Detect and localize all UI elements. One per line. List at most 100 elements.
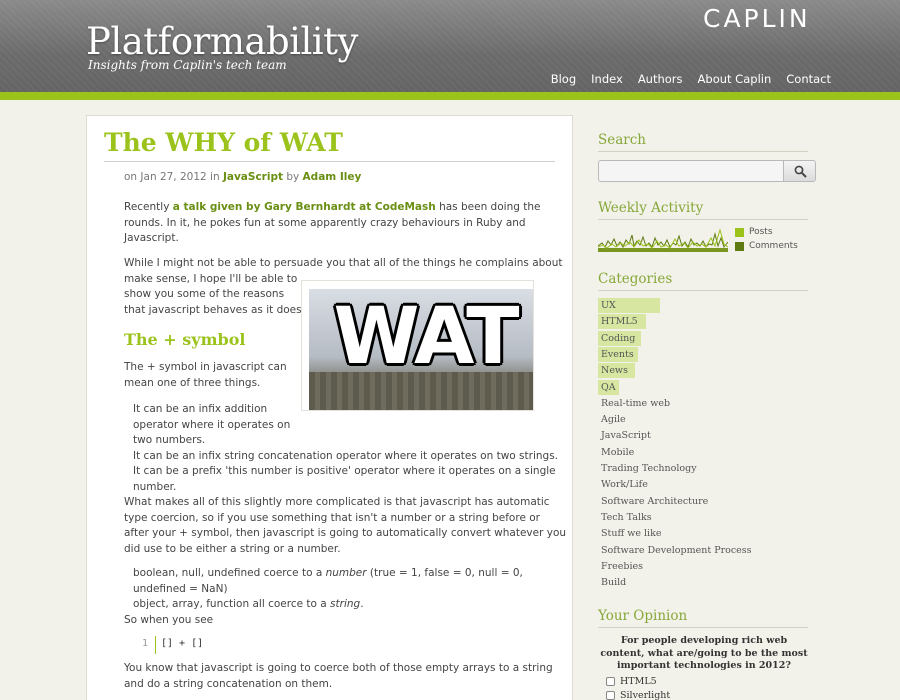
post-paragraph-line: Javascript.: [124, 232, 179, 244]
poll-option[interactable]: Silverlight: [606, 690, 670, 700]
nav-blog[interactable]: Blog: [551, 72, 576, 86]
post-paragraph-line: mean one of three things.: [124, 376, 261, 389]
talk-link[interactable]: a talk given by Gary Bernhardt at CodeMa…: [173, 201, 436, 213]
category-label: Build: [601, 577, 627, 589]
category-link[interactable]: HTML5: [598, 314, 646, 330]
post-paragraph-line: type coercion, so if you use something t…: [124, 511, 540, 524]
legend-posts: Posts: [735, 227, 773, 237]
post-date: on Jan 27, 2012 in: [124, 171, 223, 183]
legend-label: Posts: [749, 227, 773, 237]
category-link[interactable]: QA: [598, 379, 619, 395]
text: has been doing the: [435, 201, 541, 213]
nav-index[interactable]: Index: [591, 72, 623, 86]
category-link[interactable]: Software Architecture: [598, 494, 708, 509]
category-label: Trading Technology: [601, 463, 697, 474]
sparkline-comments: [598, 232, 728, 249]
list-item-line: It can be an infix addition: [133, 403, 268, 415]
weekly-activity-heading: Weekly Activity: [598, 200, 704, 216]
checkbox[interactable]: [606, 691, 615, 700]
search-icon: [794, 165, 807, 178]
category-label: JavaScript: [601, 430, 651, 442]
checkbox[interactable]: [606, 677, 615, 686]
category-label: Freebies: [601, 560, 643, 572]
category-link[interactable]: JavaScript: [598, 428, 651, 443]
search-heading-divider: [598, 151, 808, 152]
category-label: Mobile: [601, 446, 635, 458]
category-link[interactable]: Trading Technology: [598, 461, 697, 476]
category-link[interactable]: Stuff we like: [598, 526, 661, 541]
category-link[interactable]: Work/Life: [598, 477, 648, 492]
post-paragraph-line: and do a string concatenation on them.: [124, 677, 333, 690]
wat-image-text: WAT: [333, 292, 519, 382]
category-label: Software Development Process: [601, 544, 752, 556]
poll-option[interactable]: HTML5: [606, 676, 657, 687]
category-link[interactable]: Coding: [598, 330, 641, 346]
post-paragraph-line: make sense, I hope I'll be able to: [124, 272, 298, 285]
category-label: Tech Talks: [601, 511, 652, 523]
nav-authors[interactable]: Authors: [638, 72, 683, 86]
text-em: number: [325, 567, 367, 579]
search-input[interactable]: [598, 160, 784, 182]
category-link[interactable]: Mobile: [598, 445, 634, 460]
post-paragraph-line: did use to be either a string or a numbe…: [124, 542, 341, 555]
title-divider: [104, 161, 555, 162]
category-link[interactable]: Build: [598, 575, 626, 590]
poll-question: For people developing rich web content, …: [600, 635, 808, 671]
weekly-activity-divider: [598, 219, 808, 220]
list-item-line: undefined = NaN): [133, 582, 228, 595]
category-label: Events: [601, 348, 634, 360]
nav-contact[interactable]: Contact: [786, 72, 831, 86]
post-author-link[interactable]: Adam Iley: [303, 171, 362, 183]
category-label: Real-time web: [601, 397, 671, 409]
list-item-line: object, array, function all coerce to a …: [133, 597, 364, 613]
post-paragraph-line: What makes all of this slightly more com…: [124, 496, 550, 508]
code-gutter-divider: [155, 636, 156, 654]
legend-comments: Comments: [735, 241, 798, 251]
main-nav: Blog Index Authors About Caplin Contact: [551, 72, 831, 86]
text: object, array, function all coerce to a: [133, 598, 331, 610]
post-paragraph-line: rounds. In it, he pokes fun at some appa…: [124, 216, 526, 229]
category-link[interactable]: UX: [598, 298, 660, 313]
post-meta: on Jan 27, 2012 in JavaScript by Adam Il…: [124, 171, 361, 183]
category-link[interactable]: Real-time web: [598, 396, 670, 411]
categories-divider: [598, 290, 808, 291]
category-label: UX: [601, 300, 616, 311]
category-label: Agile: [601, 414, 626, 426]
list-item-line: number.: [133, 480, 177, 493]
legend-swatch-comments: [735, 241, 744, 251]
post-paragraph-line: show you some of the reasons: [124, 288, 285, 300]
category-link[interactable]: Freebies: [598, 559, 643, 574]
category-label: Work/Life: [601, 479, 648, 491]
code-block: 1 [] + []: [124, 636, 555, 654]
category-label: HTML5: [601, 316, 638, 328]
poll-divider: [598, 627, 808, 628]
post-category-link[interactable]: JavaScript: [223, 171, 283, 183]
post-title[interactable]: The WHY of WAT: [104, 128, 343, 157]
search-button[interactable]: [783, 160, 816, 182]
poll-heading: Your Opinion: [598, 608, 688, 624]
wat-image: WAT: [301, 280, 534, 411]
text: .: [360, 598, 364, 610]
site-tagline: Insights from Caplin's tech team: [88, 58, 287, 72]
sparkline-baseline: [598, 248, 728, 252]
legend-label: Comments: [749, 241, 798, 251]
category-link[interactable]: Tech Talks: [598, 510, 652, 525]
post-paragraph-line: The + symbol in javascript can: [124, 361, 287, 373]
category-link[interactable]: News: [598, 363, 635, 379]
poll-option-label: Silverlight: [620, 690, 671, 700]
post-paragraph-line: that javascript behaves as it does.: [124, 303, 305, 316]
post-paragraph-line: While I might not be able to persuade yo…: [124, 257, 563, 269]
category-link[interactable]: Events: [598, 346, 638, 362]
list-item-line: boolean, null, undefined coerce to a num…: [133, 566, 523, 582]
category-link[interactable]: Agile: [598, 412, 626, 427]
category-link[interactable]: Software Development Process: [598, 543, 752, 558]
text: Recently: [124, 201, 173, 213]
nav-about-caplin[interactable]: About Caplin: [698, 72, 772, 86]
text: boolean, null, undefined coerce to a: [133, 567, 326, 579]
activity-sparkline: [598, 228, 728, 252]
caplin-logo[interactable]: CAPLIN: [703, 4, 811, 33]
post-paragraph: Recently a talk given by Gary Bernhardt …: [124, 200, 540, 216]
site-title[interactable]: Platformability: [86, 20, 358, 63]
category-label: Software Architecture: [601, 495, 709, 507]
section-heading: The + symbol: [124, 330, 246, 349]
